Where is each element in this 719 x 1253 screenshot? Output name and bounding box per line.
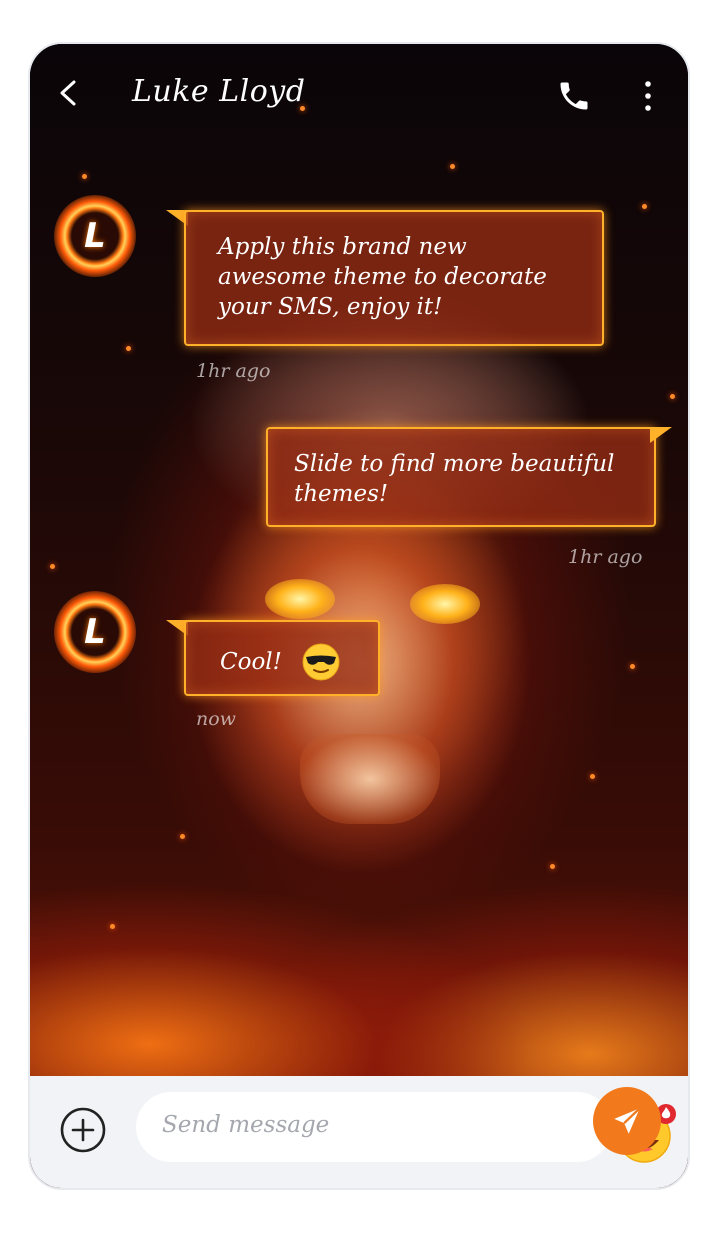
ember: [670, 394, 675, 399]
skull-eye-right: [410, 584, 480, 624]
send-icon: [614, 1107, 641, 1134]
send-button[interactable]: [593, 1087, 661, 1155]
ember: [450, 164, 455, 169]
composer-bar: Send message: [30, 1076, 688, 1188]
incoming-message-bubble[interactable]: Cool!: [184, 620, 380, 696]
chat-header: Luke Lloyd: [30, 44, 688, 144]
message-line: Apply this brand new: [218, 234, 467, 260]
incoming-message-bubble[interactable]: Apply this brand new awesome theme to de…: [184, 210, 604, 346]
contact-avatar[interactable]: L: [54, 195, 136, 277]
ember: [50, 564, 55, 569]
ember: [180, 834, 185, 839]
contact-avatar[interactable]: L: [54, 591, 136, 673]
ember: [82, 174, 87, 179]
message-timestamp: 1hr ago: [568, 546, 643, 568]
message-timestamp: now: [196, 708, 236, 730]
message-line: your SMS, enjoy it!: [218, 294, 443, 320]
outgoing-message-bubble[interactable]: Slide to find more beautiful themes!: [266, 427, 656, 527]
avatar-letter: L: [84, 612, 106, 652]
message-line: Slide to find more beautiful: [294, 451, 615, 477]
ember: [642, 204, 647, 209]
plus-circle-icon[interactable]: [59, 1106, 107, 1154]
ember: [126, 346, 131, 351]
skull-eye-left: [265, 579, 335, 619]
message-line: themes!: [294, 481, 389, 507]
chat-screen: Luke Lloyd L Apply this brand new awesom…: [28, 42, 690, 1190]
message-input[interactable]: Send message: [136, 1092, 676, 1163]
contact-name: Luke Lloyd: [132, 74, 306, 109]
message-line: awesome theme to decorate: [218, 264, 547, 290]
message-input-placeholder: Send message: [162, 1112, 330, 1138]
chevron-left-icon[interactable]: [56, 80, 82, 106]
ember: [550, 864, 555, 869]
sunglasses-emoji-icon: [302, 643, 340, 681]
more-vertical-icon[interactable]: [640, 78, 656, 114]
message-timestamp: 1hr ago: [196, 360, 271, 382]
avatar-letter: L: [84, 216, 106, 256]
ember: [590, 774, 595, 779]
message-text: Cool!: [220, 649, 282, 675]
ember: [630, 664, 635, 669]
ember: [110, 924, 115, 929]
skull-teeth: [300, 734, 440, 824]
phone-icon[interactable]: [556, 78, 592, 114]
